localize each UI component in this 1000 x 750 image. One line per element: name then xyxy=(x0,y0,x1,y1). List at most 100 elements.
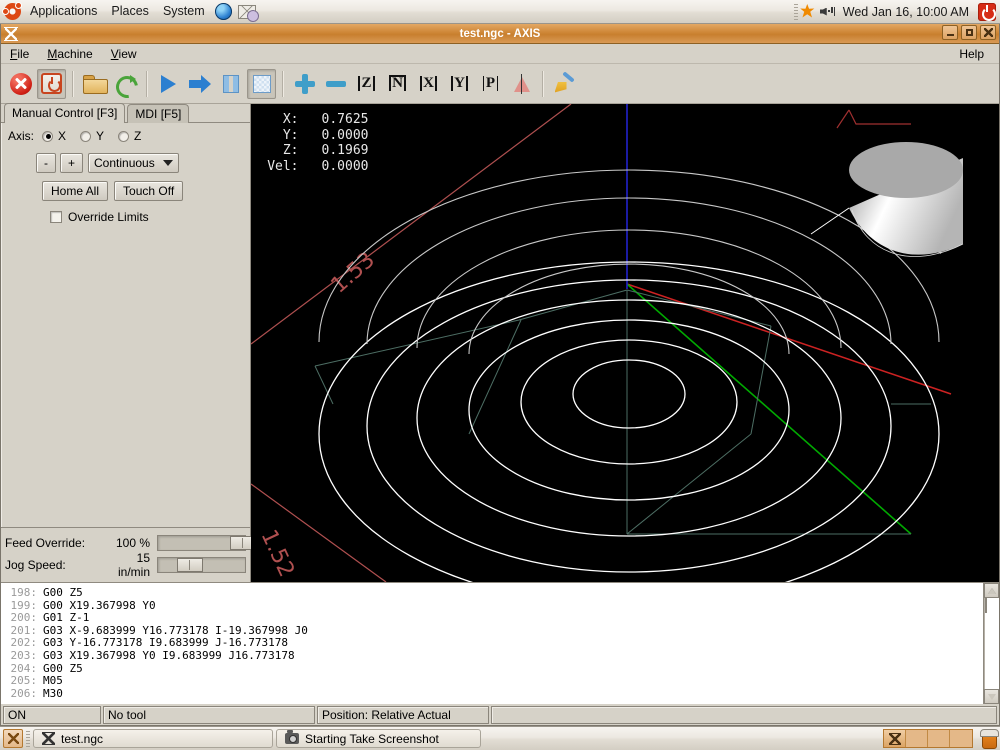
minus-icon xyxy=(326,81,346,87)
open-file-button[interactable] xyxy=(80,69,109,99)
menu-file[interactable]: File xyxy=(1,45,38,63)
run-program-button[interactable] xyxy=(154,69,183,99)
scrollbar-thumb[interactable] xyxy=(985,597,987,613)
axis-radio-y-label: Y xyxy=(96,129,104,143)
slider-thumb[interactable] xyxy=(177,558,203,572)
jog-minus-button[interactable]: - xyxy=(36,153,56,173)
gcode-listing[interactable]: 198:G00 Z5199:G00 X19.367998 Y0200:G01 Z… xyxy=(1,583,983,704)
zoom-out-button[interactable] xyxy=(321,69,350,99)
task-button-test-ngc[interactable]: test.ngc xyxy=(33,729,273,748)
override-sliders: Feed Override: 100 % Jog Speed: 15 in/mi… xyxy=(1,527,250,582)
feed-override-slider[interactable] xyxy=(157,535,246,551)
toggle-tool-cone-button[interactable] xyxy=(507,69,536,99)
jog-increment-value: Continuous xyxy=(94,156,155,170)
workspace-1[interactable] xyxy=(884,730,906,747)
taskbar-grip xyxy=(26,731,30,747)
window-buttons xyxy=(942,25,996,40)
maximize-button[interactable] xyxy=(961,25,977,40)
clear-backplot-button[interactable] xyxy=(550,69,579,99)
gcode-line[interactable]: 205:M05 xyxy=(7,675,983,688)
dro-value-vel: 0.0000 xyxy=(299,159,369,175)
home-all-button[interactable]: Home All xyxy=(42,181,108,201)
scroll-down-button[interactable] xyxy=(984,689,999,704)
machine-power-button[interactable] xyxy=(37,69,66,99)
tab-manual-control[interactable]: Manual Control [F3] xyxy=(4,103,125,123)
toolbar-separator xyxy=(282,71,284,97)
gnome-taskbar: test.ngc Starting Take Screenshot xyxy=(0,726,1000,750)
power-icon[interactable] xyxy=(978,3,996,21)
menubar: File Machine View Help xyxy=(1,44,999,64)
axis-selector-row: Axis: X Y Z xyxy=(8,129,250,143)
window-titlebar[interactable]: test.ngc - AXIS xyxy=(1,24,999,44)
menu-places[interactable]: Places xyxy=(104,0,156,23)
menu-machine[interactable]: Machine xyxy=(38,45,101,63)
globe-icon[interactable] xyxy=(215,3,232,20)
mail-icon[interactable] xyxy=(238,5,256,19)
show-desktop-button[interactable] xyxy=(3,729,23,748)
jog-speed-value: 15 in/min xyxy=(105,551,157,579)
axis-radio-x[interactable]: X xyxy=(42,129,66,143)
view-z-button[interactable]: Z xyxy=(352,69,381,99)
workspace-4[interactable] xyxy=(950,730,972,747)
menu-applications[interactable]: Applications xyxy=(23,0,104,23)
axis-x-line xyxy=(627,284,951,394)
view-x-button[interactable]: X xyxy=(414,69,443,99)
reload-file-button[interactable] xyxy=(111,69,140,99)
jog-plus-button[interactable]: + xyxy=(60,153,83,173)
menu-system[interactable]: System xyxy=(156,0,212,23)
extent-label-bottom: 1.52 xyxy=(255,526,298,581)
stop-program-button[interactable] xyxy=(247,69,276,99)
trash-icon[interactable] xyxy=(980,729,997,748)
workspace-2[interactable] xyxy=(906,730,928,747)
task-button-screenshot[interactable]: Starting Take Screenshot xyxy=(276,729,481,748)
axis-radio-z[interactable]: Z xyxy=(118,129,141,143)
view-p-button[interactable]: P xyxy=(476,69,505,99)
gcode-line[interactable]: 206:M30 xyxy=(7,688,983,701)
star-icon[interactable] xyxy=(800,4,815,19)
clock[interactable]: Wed Jan 16, 10:00 AM xyxy=(839,5,973,19)
view-z2-button[interactable]: N xyxy=(383,69,412,99)
jog-speed-slider[interactable] xyxy=(157,557,246,573)
show-desktop-icon xyxy=(8,733,19,744)
toolbar-separator xyxy=(72,71,74,97)
axis-radio-y[interactable]: Y xyxy=(80,129,104,143)
scroll-up-button[interactable] xyxy=(984,583,999,598)
zoom-in-button[interactable] xyxy=(290,69,319,99)
scrollbar-trough[interactable] xyxy=(984,598,999,689)
triangle-up-icon xyxy=(988,588,996,594)
menu-help[interactable]: Help xyxy=(950,45,993,63)
minimize-button[interactable] xyxy=(942,25,958,40)
status-tool: No tool xyxy=(103,706,315,724)
tool-tip-line xyxy=(811,208,849,234)
workspace-3[interactable] xyxy=(928,730,950,747)
axis-application-window: test.ngc - AXIS File Machine View Help Z… xyxy=(0,24,1000,726)
override-limits-checkbox[interactable] xyxy=(50,211,62,223)
jog-increment-select[interactable]: Continuous xyxy=(88,153,179,173)
estop-button[interactable] xyxy=(6,69,35,99)
gcode-line[interactable]: 203:G03 X19.367998 Y0 I9.683999 J16.7731… xyxy=(7,650,983,663)
manual-control-panel: Axis: X Y Z - + Continuous Home All xyxy=(1,123,250,527)
step-program-button[interactable] xyxy=(185,69,214,99)
tab-mdi[interactable]: MDI [F5] xyxy=(127,104,189,123)
pause-program-button[interactable] xyxy=(216,69,245,99)
ubuntu-logo-icon[interactable] xyxy=(4,3,21,20)
tab-strip: Manual Control [F3] MDI [F5] xyxy=(1,104,250,123)
gcode-line-text: G01 Z-1 xyxy=(43,611,89,624)
axis-icon xyxy=(42,732,55,745)
override-limits-row[interactable]: Override Limits xyxy=(50,210,250,224)
touch-off-button[interactable]: Touch Off xyxy=(114,181,183,201)
backplot-view[interactable]: 1.53 1.52 xyxy=(251,104,1000,582)
view-y-button[interactable]: Y xyxy=(445,69,474,99)
radio-icon xyxy=(42,131,53,142)
speaker-icon[interactable] xyxy=(820,5,836,19)
workspace-switcher[interactable] xyxy=(883,729,973,748)
close-button[interactable] xyxy=(980,25,996,40)
gcode-vertical-scrollbar[interactable] xyxy=(983,583,999,704)
gcode-line[interactable]: 199:G00 X19.367998 Y0 xyxy=(7,600,983,613)
plus-icon xyxy=(295,74,315,94)
menu-view[interactable]: View xyxy=(102,45,146,63)
camera-icon xyxy=(285,733,299,744)
status-bar: ON No tool Position: Relative Actual xyxy=(1,704,999,724)
gcode-line[interactable]: 204:G00 Z5 xyxy=(7,663,983,676)
toolbar-separator xyxy=(146,71,148,97)
